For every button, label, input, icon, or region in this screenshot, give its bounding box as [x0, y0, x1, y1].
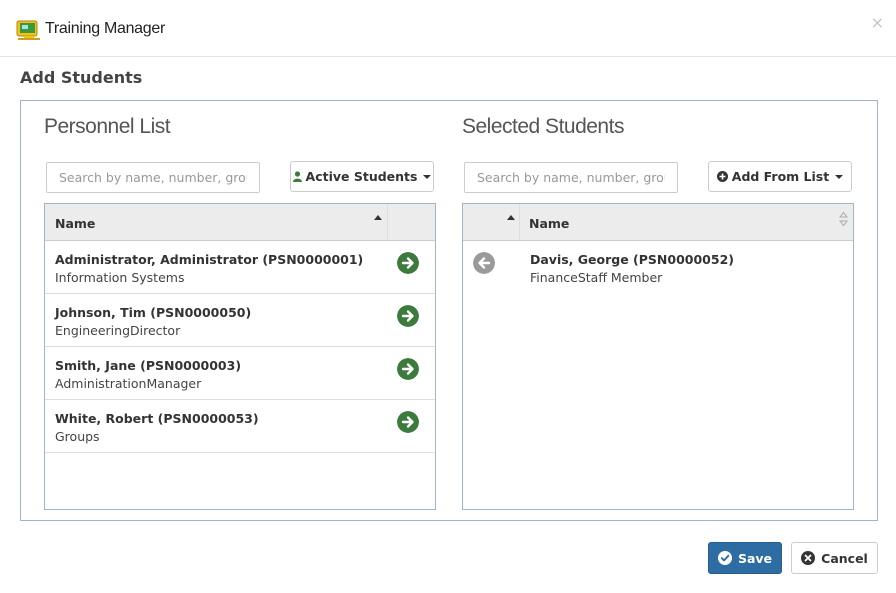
training-manager-logo-icon — [16, 20, 40, 40]
section-title: Add Students — [20, 68, 143, 87]
cancel-label: Cancel — [821, 550, 868, 566]
times-circle-icon — [801, 551, 816, 565]
table-row[interactable]: White, Robert (PSN0000053) Groups — [45, 400, 435, 453]
personnel-detail: Information Systems — [55, 270, 185, 285]
table-row[interactable]: Smith, Jane (PSN0000003) AdministrationM… — [45, 347, 435, 400]
caret-down-icon — [835, 174, 844, 179]
table-row[interactable]: Johnson, Tim (PSN0000050) EngineeringDir… — [45, 294, 435, 347]
table-row[interactable]: Davis, George (PSN0000052) FinanceStaff … — [463, 241, 853, 294]
personnel-list-title: Personnel List — [44, 115, 171, 138]
selected-student-detail: FinanceStaff Member — [530, 270, 663, 285]
app-title: Training Manager — [45, 20, 166, 37]
personnel-name: White, Robert (PSN0000053) — [55, 411, 259, 426]
dialog-header: Training Manager × — [0, 0, 896, 57]
save-label: Save — [737, 550, 773, 566]
caret-down-icon — [423, 174, 432, 179]
check-circle-icon — [717, 551, 732, 565]
save-button[interactable]: Save — [708, 542, 782, 574]
active-students-label: Active Students — [305, 169, 418, 184]
arrow-circle-right-icon[interactable] — [397, 358, 419, 380]
personnel-detail: EngineeringDirector — [55, 323, 181, 338]
selected-table: Name Davis, George (PSN0000052) FinanceS… — [462, 203, 854, 510]
personnel-table-header[interactable]: Name — [45, 204, 435, 241]
cancel-button[interactable]: Cancel — [791, 542, 878, 574]
personnel-name: Smith, Jane (PSN0000003) — [55, 358, 242, 373]
add-from-list-label: Add From List — [731, 169, 830, 184]
table-row[interactable]: Administrator, Administrator (PSN0000001… — [45, 241, 435, 294]
close-icon[interactable]: × — [871, 13, 884, 32]
sort-both-icon[interactable] — [839, 211, 848, 227]
sort-ascending-icon[interactable] — [507, 215, 515, 220]
personnel-name: Administrator, Administrator (PSN0000001… — [55, 252, 364, 267]
personnel-detail: Groups — [55, 429, 100, 444]
arrow-circle-right-icon[interactable] — [397, 252, 419, 274]
personnel-detail: AdministrationManager — [55, 376, 202, 391]
selected-student-name: Davis, George (PSN0000052) — [530, 252, 734, 267]
personnel-table: Name Administrator, Administrator (PSN00… — [44, 203, 436, 510]
column-header-name[interactable]: Name — [529, 216, 569, 231]
active-students-dropdown[interactable]: Active Students — [290, 161, 434, 192]
arrow-circle-right-icon[interactable] — [397, 411, 419, 433]
arrow-circle-right-icon[interactable] — [397, 305, 419, 327]
user-icon — [292, 171, 302, 182]
personnel-search-input[interactable] — [46, 162, 260, 193]
sort-ascending-icon[interactable] — [374, 215, 382, 220]
selected-search-input[interactable] — [464, 162, 678, 193]
arrow-circle-left-icon[interactable] — [473, 252, 495, 274]
plus-circle-icon — [716, 171, 728, 182]
selected-table-header[interactable]: Name — [463, 204, 853, 241]
add-from-list-dropdown[interactable]: Add From List — [708, 161, 852, 192]
column-header-name[interactable]: Name — [55, 216, 95, 231]
personnel-name: Johnson, Tim (PSN0000050) — [55, 305, 252, 320]
selected-students-title: Selected Students — [462, 115, 624, 138]
